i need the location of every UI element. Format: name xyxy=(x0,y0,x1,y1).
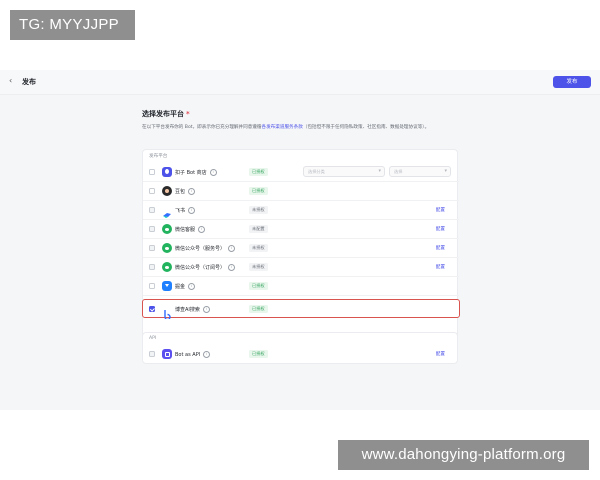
platform-name-text: 扣子 Bot 商店 xyxy=(175,170,207,176)
coze-icon xyxy=(162,167,172,177)
info-icon[interactable]: i xyxy=(228,245,236,252)
chevron-left-icon[interactable]: ‹ xyxy=(9,76,12,85)
platform-name: 微信客服 i xyxy=(175,226,206,233)
configure-link[interactable]: 配置 xyxy=(436,264,445,270)
platform-name: 博查AI搜索 i xyxy=(175,306,210,313)
configure-link[interactable]: 配置 xyxy=(436,351,445,357)
platform-checkbox[interactable] xyxy=(149,351,155,357)
platform-checkbox[interactable] xyxy=(149,264,155,270)
doubao-icon xyxy=(162,186,172,196)
status-badge: 已授权 xyxy=(249,350,268,358)
subcategory-select[interactable]: 选择 xyxy=(389,166,451,177)
top-bar: ‹ 发布 发布 xyxy=(0,70,600,95)
status-badge: 已授权 xyxy=(249,282,268,290)
platform-checkbox[interactable] xyxy=(149,169,155,175)
category-select[interactable]: 选择分类 xyxy=(303,166,385,177)
terms-link[interactable]: 各发布渠道服务条款 xyxy=(261,125,302,130)
section-title: 选择发布平台 * xyxy=(142,109,190,119)
info-icon[interactable]: i xyxy=(228,264,236,271)
platform-name-text: 掘金 xyxy=(175,284,186,290)
wechat-icon xyxy=(162,224,172,234)
api-card: API Bot as API i 已授权 配置 xyxy=(142,332,458,364)
platform-checkbox[interactable] xyxy=(149,245,155,251)
status-badge: 未配置 xyxy=(249,225,268,233)
platform-row-wechat-service[interactable]: 微信客服 i 未配置 配置 xyxy=(143,220,459,239)
status-badge: 未授权 xyxy=(249,206,268,214)
platform-checkbox[interactable] xyxy=(149,226,155,232)
desc-prefix: 在以下平台发布你的 Bot，即表示你已充分理解并同意遵循 xyxy=(142,125,262,130)
desc-suffix: （包括但不限于任何隐私政策、社区指南、数据处理协议等）。 xyxy=(302,125,430,130)
status-badge: 已授权 xyxy=(249,305,268,313)
watermark-bottom-right: www.dahongying-platform.org xyxy=(338,440,589,470)
status-badge: 未授权 xyxy=(249,263,268,271)
info-icon[interactable]: i xyxy=(198,226,206,233)
info-icon[interactable]: i xyxy=(209,169,217,176)
terms-description: 在以下平台发布你的 Bot，即表示你已充分理解并同意遵循各发布渠道服务条款（包括… xyxy=(142,124,462,132)
platform-name: 飞书 i xyxy=(175,207,196,214)
platform-row-wechat-official-subscription[interactable]: 微信公众号（订阅号） i 未授权 配置 xyxy=(143,258,459,277)
platform-name-text: 微信公众号（订阅号） xyxy=(175,265,226,271)
platform-checkbox[interactable] xyxy=(149,207,155,213)
platform-name-text: 飞书 xyxy=(175,208,186,214)
required-mark: * xyxy=(186,110,190,118)
wechat-icon xyxy=(162,262,172,272)
platform-checkbox[interactable] xyxy=(149,188,155,194)
api-header: API xyxy=(149,336,157,341)
status-badge: 已授权 xyxy=(249,168,268,176)
platforms-header: 发布平台 xyxy=(149,154,168,159)
platform-row-coze-store[interactable]: 扣子 Bot 商店i 已授权 选择分类 选择 xyxy=(143,163,459,182)
publish-button[interactable]: 发布 xyxy=(553,76,591,88)
juejin-icon xyxy=(162,281,172,291)
bocha-icon xyxy=(162,304,172,321)
status-badge: 未授权 xyxy=(249,244,268,252)
platform-name: 微信公众号（订阅号） i xyxy=(175,264,236,271)
platform-name-text: 博查AI搜索 xyxy=(175,307,200,313)
page-title: 发布 xyxy=(22,78,36,86)
platforms-card: 发布平台 扣子 Bot 商店i 已授权 选择分类 选择 豆包i 已授权 飞书i … xyxy=(142,149,460,349)
publish-page: ‹ 发布 发布 选择发布平台 * 在以下平台发布你的 Bot，即表示你已充分理解并… xyxy=(0,70,600,410)
platform-name: 掘金 i xyxy=(175,283,196,290)
platform-row-doubao[interactable]: 豆包 i 已授权 xyxy=(143,182,459,201)
configure-link[interactable]: 配置 xyxy=(436,226,445,232)
status-badge: 已授权 xyxy=(249,187,268,195)
info-icon[interactable]: i xyxy=(203,351,211,358)
watermark-top-left: TG: MYYJJPP xyxy=(10,10,135,40)
configure-link[interactable]: 配置 xyxy=(436,245,445,251)
platform-row-bocha-ai-search[interactable]: 博查AI搜索 i 已授权 xyxy=(142,299,460,321)
platform-name: Bot as API i xyxy=(175,351,211,358)
platform-row-juejin[interactable]: 掘金 i 已授权 xyxy=(143,277,459,296)
info-icon[interactable]: i xyxy=(188,188,196,195)
api-icon xyxy=(162,349,172,359)
info-icon[interactable]: i xyxy=(188,283,196,290)
platform-name-text: 微信客服 xyxy=(175,227,196,233)
platform-row-wechat-official-service[interactable]: 微信公众号（服务号） i 未授权 配置 xyxy=(143,239,459,258)
feishu-icon xyxy=(162,205,172,218)
section-title-text: 选择发布平台 xyxy=(142,110,184,118)
platform-row-bot-as-api[interactable]: Bot as API i 已授权 配置 xyxy=(143,345,459,364)
info-icon[interactable]: i xyxy=(202,306,210,313)
platform-name: 豆包 i xyxy=(175,188,196,195)
platform-name: 扣子 Bot 商店 i xyxy=(175,169,217,176)
platform-row-feishu[interactable]: 飞书 i 未授权 配置 xyxy=(143,201,459,220)
info-icon[interactable]: i xyxy=(188,207,196,214)
platform-checkbox[interactable] xyxy=(149,283,155,289)
wechat-icon xyxy=(162,243,172,253)
platform-name-text: 微信公众号（服务号） xyxy=(175,246,226,252)
platform-name: 微信公众号（服务号） i xyxy=(175,245,236,252)
platform-name-text: 豆包 xyxy=(175,189,186,195)
configure-link[interactable]: 配置 xyxy=(436,207,445,213)
platform-checkbox-checked[interactable] xyxy=(149,306,155,312)
platform-name-text: Bot as API xyxy=(175,352,201,358)
